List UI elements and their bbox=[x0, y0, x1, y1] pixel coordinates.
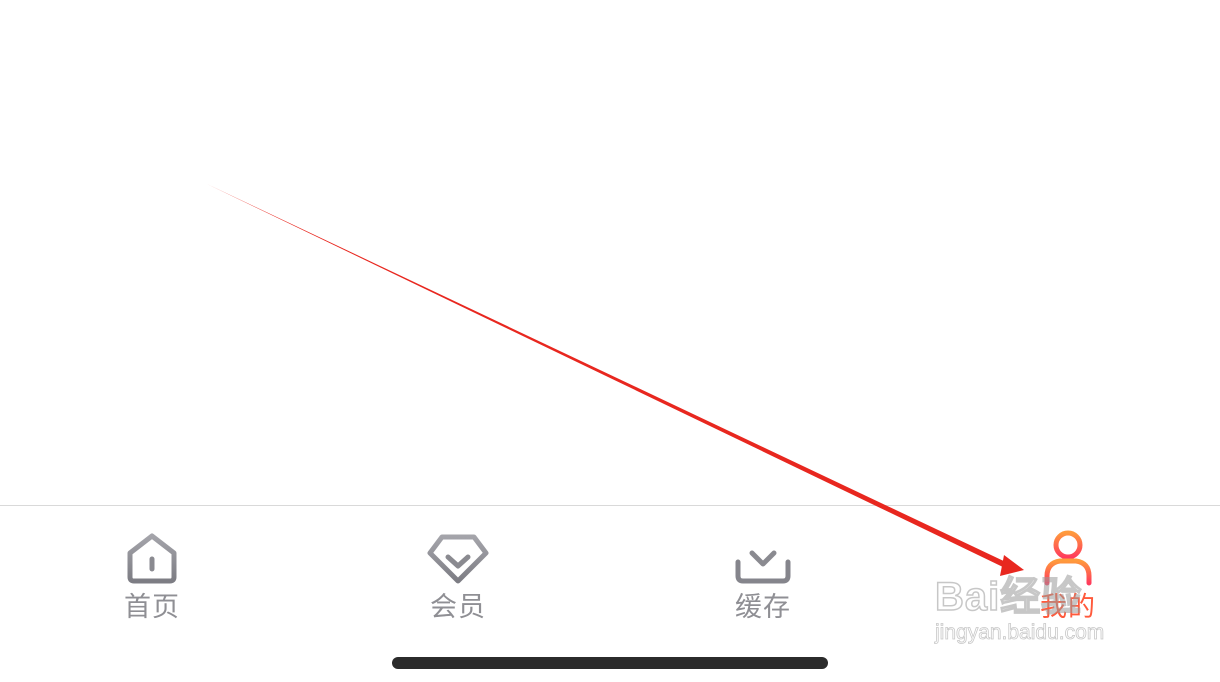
home-indicator[interactable] bbox=[392, 657, 828, 669]
home-icon bbox=[120, 528, 184, 588]
tab-mine-label: 我的 bbox=[1040, 592, 1096, 623]
tab-vip[interactable]: 会员 bbox=[378, 528, 538, 638]
content-area bbox=[0, 0, 1220, 505]
bottom-tab-bar: 首页 会员 缓存 我的 bbox=[0, 505, 1220, 682]
diamond-icon bbox=[426, 528, 490, 588]
app-screen: 首页 会员 缓存 我的 Bai经验 jingyan.baidu.com bbox=[0, 0, 1220, 682]
tab-home[interactable]: 首页 bbox=[72, 528, 232, 638]
user-icon bbox=[1036, 528, 1100, 588]
tab-home-label: 首页 bbox=[124, 592, 180, 623]
tab-mine[interactable]: 我的 bbox=[988, 528, 1148, 638]
tab-cache[interactable]: 缓存 bbox=[683, 528, 843, 638]
tab-vip-label: 会员 bbox=[430, 592, 486, 623]
tab-cache-label: 缓存 bbox=[735, 592, 791, 623]
download-icon bbox=[731, 528, 795, 588]
